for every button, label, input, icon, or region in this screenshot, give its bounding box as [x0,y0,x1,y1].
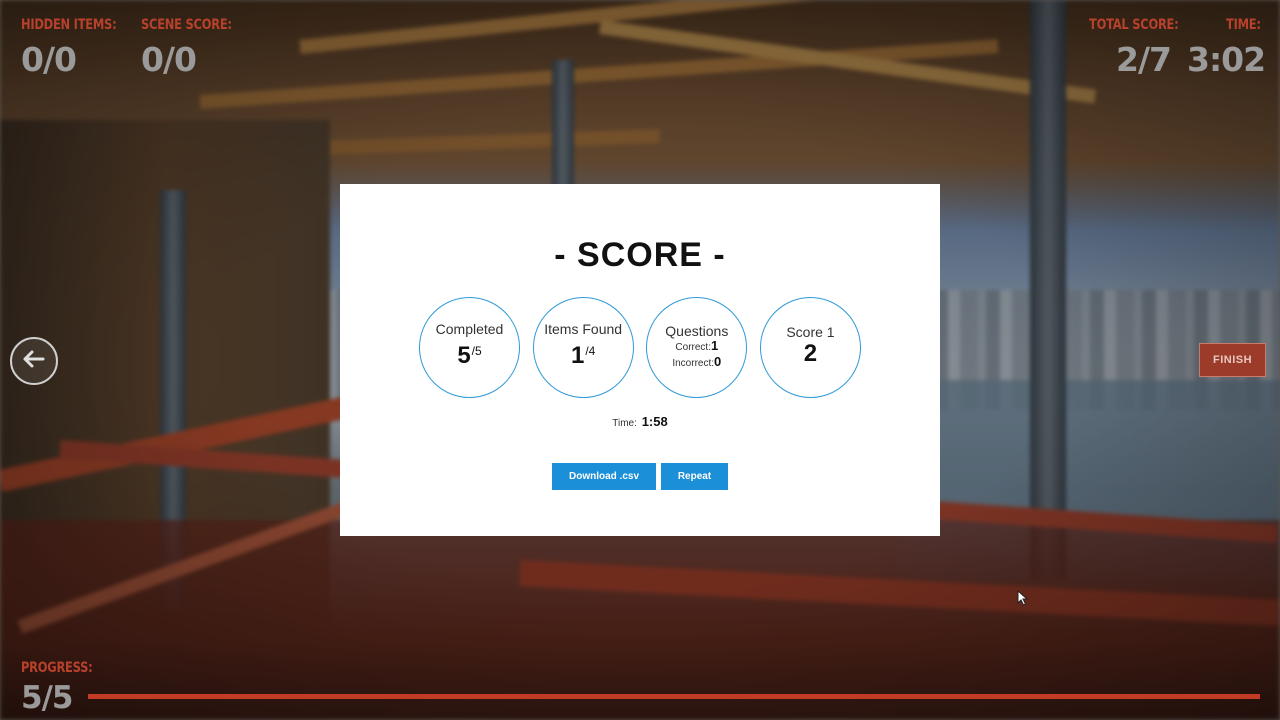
completed-value: 5 [457,342,471,369]
modal-title: - SCORE - [554,236,726,274]
scene-score-value: 0/0 [141,40,197,79]
stats-row: Completed 5/5 Items Found 1/4 Questions … [419,297,861,399]
modal-time-label: Time: [612,418,637,429]
progress-label: PROGRESS: [21,660,93,676]
completed-total: /5 [471,344,482,358]
progress-bar [88,694,1260,699]
modal-actions: Download .csv Repeat [552,463,728,490]
time-label: TIME: [1226,17,1261,33]
questions-label: Questions [665,322,729,339]
progress-fill [88,694,1260,699]
score-modal: - SCORE - Completed 5/5 Items Found 1/4 … [340,184,940,536]
total-score-value: 2/7 [1116,40,1172,79]
completed-label: Completed [435,321,504,337]
questions-stat: Questions Correct:1 Incorrect:0 [646,297,748,398]
incorrect-label: Incorrect: [672,357,715,369]
items-found-label: Items Found [544,321,623,337]
score-value: 2 [803,339,818,367]
total-score-label: TOTAL SCORE: [1089,17,1179,33]
time-row: Time: 1:58 [340,414,940,429]
download-csv-button[interactable]: Download .csv [552,463,656,490]
back-button[interactable] [10,337,58,385]
scene-score-label: SCENE SCORE: [141,17,232,33]
items-found-stat: Items Found 1/4 [532,297,634,398]
completed-stat: Completed 5/5 [419,297,520,398]
score-label: Score 1 [786,323,835,340]
time-value: 3:02 [1187,40,1266,79]
correct-value: 1 [710,337,719,353]
incorrect-value: 0 [714,353,722,369]
modal-time-value: 1:58 [641,414,668,429]
progress-value: 5/5 [21,680,73,716]
score-stat: Score 1 2 [759,297,861,398]
finish-button[interactable]: FINISH [1199,343,1266,377]
hidden-items-value: 0/0 [21,40,77,79]
hidden-items-label: HIDDEN ITEMS: [21,17,117,33]
repeat-button[interactable]: Repeat [661,463,728,490]
arrow-left-icon [23,350,45,373]
items-found-total: /4 [585,344,596,358]
items-found-value: 1 [570,342,585,369]
correct-label: Correct: [675,341,711,353]
